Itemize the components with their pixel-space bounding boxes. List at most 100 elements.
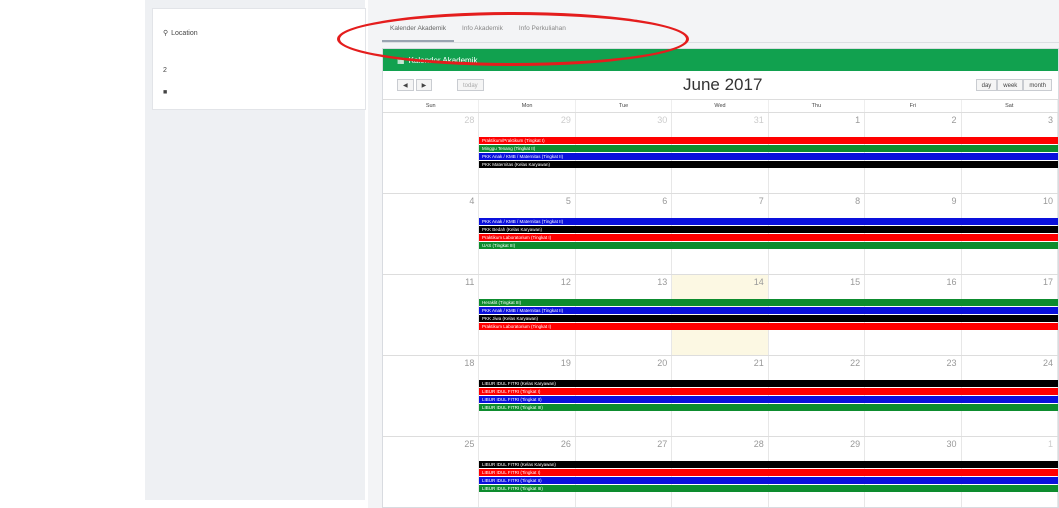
weekday-label: Wed bbox=[672, 100, 769, 112]
day-number: 9 bbox=[951, 196, 957, 206]
calendar-week: 11 12 13 14 15 16 17 Heraklit (Tingkat III) PKK … bbox=[383, 275, 1058, 356]
day-number: 17 bbox=[1042, 277, 1053, 287]
calendar-event[interactable]: Minggu Tenang (Tingkat II) bbox=[479, 145, 1058, 152]
day-cell[interactable]: 18 bbox=[383, 356, 480, 436]
day-number: 15 bbox=[850, 277, 861, 287]
day-number: 12 bbox=[560, 277, 571, 287]
tab-info-perkuliahan[interactable]: Info Perkuliahan bbox=[511, 25, 574, 42]
calendar-grid: 28 29 30 31 1 2 3 Praktikum/Praktikum (Tingkat … bbox=[383, 113, 1058, 507]
calendar-card: ▦ Kalender Akademik ◀ ▶ today June 2017 … bbox=[382, 48, 1059, 508]
calendar-event[interactable]: Praktikum Laboratorium (Tingkat I) bbox=[479, 323, 1058, 330]
day-number: 4 bbox=[469, 196, 475, 206]
calendar-event[interactable]: LIBUR IDUL FITRI (Tingkat II) bbox=[479, 396, 1058, 403]
day-number: 24 bbox=[1042, 358, 1053, 368]
day-number: 20 bbox=[657, 358, 668, 368]
event-list: Heraklit (Tingkat III) PKK Anak / KMB / M… bbox=[479, 299, 1058, 331]
calendar-event[interactable]: Heraklit (Tingkat III) bbox=[479, 299, 1058, 306]
day-number: 23 bbox=[946, 358, 957, 368]
calendar-week: 28 29 30 31 1 2 3 Praktikum/Praktikum (Tingkat … bbox=[383, 113, 1058, 194]
calendar-event[interactable]: LIBUR IDUL FITRI (Tingkat I) bbox=[479, 388, 1058, 395]
tab-info-akademik[interactable]: Info Akademik bbox=[454, 25, 511, 42]
day-number: 3 bbox=[1047, 115, 1053, 125]
calendar-event[interactable]: UAS (Tingkat III) bbox=[479, 242, 1058, 249]
event-list: Praktikum/Praktikum (Tingkat I) Minggu Te… bbox=[479, 137, 1058, 169]
day-number: 25 bbox=[464, 439, 475, 449]
weekday-label: Fri bbox=[865, 100, 962, 112]
calendar-event[interactable]: LIBUR IDUL FITRI (Kelas Karyawan) bbox=[479, 380, 1058, 387]
calendar-event[interactable]: PKK Bedah (Kelas Karyawan) bbox=[479, 226, 1058, 233]
calendar-event[interactable]: PKK Anak / KMB / Maternitas (Tingkat II) bbox=[479, 307, 1058, 314]
day-number: 27 bbox=[657, 439, 668, 449]
next-month-button[interactable]: ▶ bbox=[415, 79, 433, 91]
day-number: 28 bbox=[753, 439, 764, 449]
day-number: 7 bbox=[758, 196, 764, 206]
card-title: Kalender Akademik bbox=[408, 55, 478, 65]
day-number: 14 bbox=[753, 277, 764, 287]
calendar-week: 18 19 20 21 22 23 24 LIBUR IDUL FITRI (Kelas Ka… bbox=[383, 356, 1058, 437]
calendar-event[interactable]: PKK Anak / KMB / Maternitas (Tingkat II) bbox=[479, 218, 1058, 225]
day-number: 10 bbox=[1042, 196, 1053, 206]
day-number: 19 bbox=[560, 358, 571, 368]
location-pin-icon: ⚲ bbox=[163, 30, 169, 37]
day-number: 5 bbox=[565, 196, 571, 206]
day-number: 31 bbox=[753, 115, 764, 125]
sidebar-item-second[interactable]: 2 bbox=[163, 67, 167, 74]
tab-bar: Kalender Akademik Info Akademik Info Per… bbox=[382, 12, 1059, 43]
prev-month-button[interactable]: ◀ bbox=[397, 79, 414, 91]
day-view-button[interactable]: day bbox=[975, 79, 998, 91]
day-number: 13 bbox=[657, 277, 668, 287]
day-number: 11 bbox=[465, 277, 475, 287]
today-button[interactable]: today bbox=[457, 79, 484, 91]
calendar-event[interactable]: PKK Anak / KMB / Maternitas (Tingkat II) bbox=[479, 153, 1058, 160]
sidebar-item-third[interactable]: ■ bbox=[163, 89, 167, 96]
week-view-button[interactable]: week bbox=[997, 79, 1024, 91]
day-number: 30 bbox=[946, 439, 957, 449]
calendar-icon: ▦ bbox=[397, 55, 405, 65]
day-number: 28 bbox=[464, 115, 475, 125]
view-buttons: day week month bbox=[975, 79, 1052, 91]
day-number: 6 bbox=[662, 196, 668, 206]
day-number: 2 bbox=[951, 115, 957, 125]
calendar-event[interactable]: Praktikum Laboratorium (Tingkat I) bbox=[479, 234, 1058, 241]
weekday-label: Sat bbox=[962, 100, 1058, 112]
sidebar-item-icon: ■ bbox=[163, 89, 168, 96]
calendar-event[interactable]: Praktikum/Praktikum (Tingkat I) bbox=[479, 137, 1058, 144]
weekday-label: Tue bbox=[576, 100, 673, 112]
card-header: ▦ Kalender Akademik bbox=[383, 49, 1058, 71]
day-number: 26 bbox=[560, 439, 571, 449]
nav-buttons: ◀ ▶ bbox=[397, 79, 433, 91]
calendar-event[interactable]: PKK Maternitas (Kelas Karyawan) bbox=[479, 161, 1058, 168]
weekday-header: Sun Mon Tue Wed Thu Fri Sat bbox=[383, 99, 1058, 113]
left-blank-area bbox=[0, 0, 145, 508]
day-number: 1 bbox=[855, 115, 861, 125]
weekday-label: Mon bbox=[479, 100, 576, 112]
tab-kalender-akademik[interactable]: Kalender Akademik bbox=[382, 25, 455, 42]
sidebar-item-label: Location bbox=[171, 29, 198, 37]
day-number: 16 bbox=[946, 277, 957, 287]
day-number: 1 bbox=[1047, 439, 1053, 449]
calendar-event[interactable]: LIBUR IDUL FITRI (Tingkat III) bbox=[479, 404, 1058, 411]
calendar-week: 4 5 6 7 8 9 10 PKK Anak / KMB / Maternitas (Tin… bbox=[383, 194, 1058, 275]
day-number: 30 bbox=[657, 115, 668, 125]
weekday-label: Sun bbox=[383, 100, 480, 112]
day-number: 21 bbox=[753, 358, 764, 368]
sidebar-card: ⚲ Location 2 ■ bbox=[152, 8, 366, 110]
day-cell[interactable]: 11 bbox=[383, 275, 480, 355]
calendar-event[interactable]: LIBUR IDUL FITRI (Tingkat III) bbox=[479, 485, 1058, 492]
day-number: 18 bbox=[464, 358, 475, 368]
calendar-event[interactable]: LIBUR IDUL FITRI (Kelas Karyawan) bbox=[479, 461, 1058, 468]
calendar-week: 25 26 27 28 29 30 1 LIBUR IDUL FITRI (Kelas Kar… bbox=[383, 437, 1058, 507]
event-list: PKK Anak / KMB / Maternitas (Tingkat II)… bbox=[479, 218, 1058, 250]
day-cell[interactable]: 28 bbox=[383, 113, 480, 193]
day-number: 22 bbox=[850, 358, 861, 368]
day-cell[interactable]: 25 bbox=[383, 437, 480, 507]
weekday-label: Thu bbox=[769, 100, 866, 112]
day-cell[interactable]: 4 bbox=[383, 194, 480, 274]
calendar-event[interactable]: LIBUR IDUL FITRI (Tingkat II) bbox=[479, 477, 1058, 484]
calendar-event[interactable]: LIBUR IDUL FITRI (Tingkat I) bbox=[479, 469, 1058, 476]
sidebar-item-location[interactable]: ⚲ Location bbox=[163, 29, 198, 38]
calendar-event[interactable]: PKK Jiwa (Kelas Karyawan) bbox=[479, 315, 1058, 322]
sidebar-item-label: 2 bbox=[163, 67, 167, 74]
day-number: 8 bbox=[855, 196, 861, 206]
month-view-button[interactable]: month bbox=[1023, 79, 1052, 91]
